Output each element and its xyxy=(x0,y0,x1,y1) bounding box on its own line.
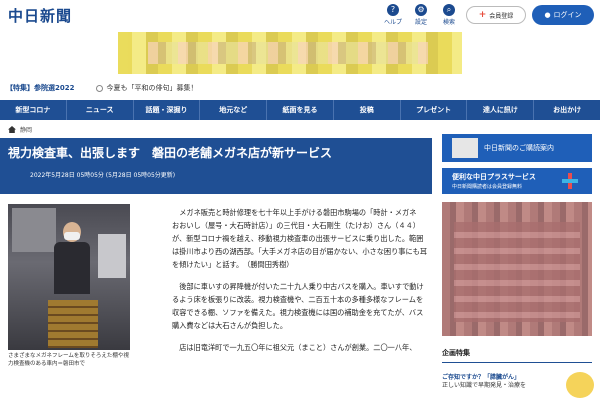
notice-text: 今夏も「平和の俳句」募集！ xyxy=(106,84,198,92)
photo-person xyxy=(54,222,90,294)
photo-window xyxy=(12,208,56,252)
article-body: メガネ販売と時計修理を七十年以上手がける磐田市駒場の「時計・メガネ おおいし（屋… xyxy=(172,206,430,363)
sidebar-ad-image xyxy=(454,222,580,322)
nav-item-topics[interactable]: 話題・深掘り xyxy=(134,100,201,120)
plus-icon: + xyxy=(478,10,487,20)
breadcrumb: 静岡 xyxy=(8,125,32,134)
help-icon: ? xyxy=(387,4,399,16)
photo-equipment xyxy=(98,234,126,278)
ticker-bar: 【特集】参院選2022 今夏も「平和の俳句」募集！ xyxy=(0,80,600,96)
nav-item-outing[interactable]: お出かけ xyxy=(534,100,600,120)
page: { "header": { "logo": "中日新聞", "icons": [… xyxy=(0,0,600,400)
site-logo[interactable]: 中日新聞 xyxy=(8,5,72,26)
gear-icon: ⚙ xyxy=(415,4,427,16)
subscription-banner[interactable]: 中日新聞のご購読案内 xyxy=(442,134,592,162)
register-button[interactable]: + 会員登録 xyxy=(466,6,526,24)
sidebar-ad[interactable] xyxy=(442,202,592,336)
nav-item-local[interactable]: 地元など xyxy=(200,100,268,120)
feature-item[interactable]: ご存知ですか？「膵臓がん」 正しい知識で早期発見・治療を xyxy=(442,374,564,390)
main-nav: 新型コロナ ニュース 話題・深掘り 地元など 紙面を見る 投稿 プレゼント 達人… xyxy=(0,100,600,120)
feature-title: ご存知ですか？「膵臓がん」 xyxy=(442,374,521,381)
search-button[interactable]: ⌕ 検索 xyxy=(438,4,460,26)
login-label: ログイン xyxy=(553,11,582,19)
settings-button[interactable]: ⚙ 設定 xyxy=(410,4,432,26)
login-button[interactable]: ● ログイン xyxy=(532,5,594,25)
help-button[interactable]: ? ヘルプ xyxy=(382,4,404,26)
article-date: 2022年5月28日 05時05分 (5月28日 05時05分更新) xyxy=(30,172,176,179)
register-label: 会員登録 xyxy=(489,12,514,20)
lightbulb-icon[interactable] xyxy=(566,372,594,398)
article-header: 視力検査車、出張します 磐田の老舗メガネ店が新サービス 2022年5月28日 0… xyxy=(0,138,432,194)
ad-image xyxy=(148,42,428,64)
nav-item-news[interactable]: ニュース xyxy=(67,100,134,120)
special-link[interactable]: 【特集】参院選2022 xyxy=(6,83,74,93)
feature-body: 正しい知識で早期発見・治療を xyxy=(442,382,527,389)
article-title: 視力検査車、出張します 磐田の老舗メガネ店が新サービス xyxy=(8,146,333,160)
settings-label: 設定 xyxy=(414,19,427,26)
article-photo[interactable] xyxy=(8,204,130,350)
nav-item-corona[interactable]: 新型コロナ xyxy=(0,100,67,120)
nav-item-present[interactable]: プレゼント xyxy=(401,100,468,120)
subscription-label: 中日新聞のご購読案内 xyxy=(484,144,554,152)
article-paragraph: 後部に車いすの昇降機が付いた二十九人乗り中古バスを購入。車いすで動けるよう床を板… xyxy=(172,282,424,330)
photo-caption: さまざまなメガネフレームを取りそろえた棚や視力検査機のある車内＝磐田市で xyxy=(8,353,129,367)
nav-item-post[interactable]: 投稿 xyxy=(334,100,401,120)
header-actions: ? ヘルプ ⚙ 設定 ⌕ 検索 + 会員登録 ● ログイン xyxy=(382,4,594,26)
feature-heading: 企画特集 xyxy=(442,349,470,357)
plus-icon xyxy=(562,173,578,189)
plus-service-banner[interactable]: 便利な中日プラスサービス 中日新聞購読者は会員登録無料 xyxy=(442,168,592,194)
photo-mask xyxy=(64,232,80,240)
notice-link[interactable]: 今夏も「平和の俳句」募集！ xyxy=(96,83,197,93)
site-header: 中日新聞 ? ヘルプ ⚙ 設定 ⌕ 検索 + 会員登録 ● ログイン xyxy=(0,0,600,30)
newspaper-icon xyxy=(452,138,478,158)
search-label: 検索 xyxy=(442,19,455,26)
nav-item-expert[interactable]: 達人に訊け xyxy=(467,100,535,120)
help-label: ヘルプ xyxy=(383,19,402,26)
article-paragraph: 店は旧竜洋町で一九五〇年に祖父元（まこと）さんが創業。二〇一八年、 xyxy=(179,343,417,352)
article-paragraph: メガネ販売と時計修理を七十年以上手がける磐田市駒場の「時計・メガネ おおいし（屋… xyxy=(172,208,428,269)
home-icon[interactable] xyxy=(8,126,16,133)
divider xyxy=(442,362,592,363)
search-icon: ⌕ xyxy=(443,4,455,16)
photo-shelf xyxy=(48,300,98,348)
user-icon: ● xyxy=(544,11,551,19)
photo-body xyxy=(54,242,90,294)
info-icon xyxy=(96,84,104,92)
ad-banner[interactable] xyxy=(118,32,462,74)
breadcrumb-section[interactable]: 静岡 xyxy=(20,125,32,134)
nav-item-paper[interactable]: 紙面を見る xyxy=(267,100,334,120)
